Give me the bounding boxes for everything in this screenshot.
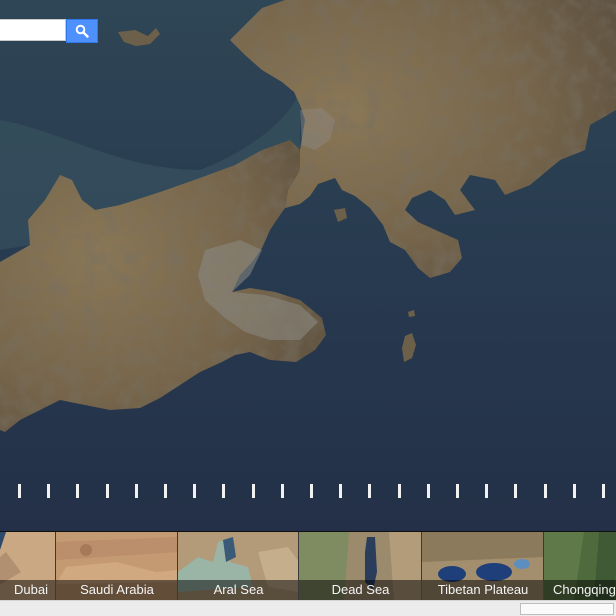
status-bar (0, 600, 616, 616)
place-label: Saudi Arabia (56, 580, 178, 600)
place-thumb-chongqing[interactable]: Chongqing (543, 532, 616, 600)
timeline-tick[interactable] (572, 484, 576, 498)
place-thumb-dubai[interactable]: Dubai (0, 532, 56, 600)
place-label: Tibetan Plateau (422, 580, 544, 600)
timeline-ticks[interactable] (0, 484, 616, 500)
place-label: Dubai (0, 580, 56, 600)
timeline-tick[interactable] (76, 484, 80, 498)
timeline-tick[interactable] (485, 484, 489, 498)
search-button[interactable] (66, 19, 98, 43)
timeline-tick[interactable] (193, 484, 197, 498)
horizontal-scrollbar[interactable] (520, 603, 614, 615)
place-label: Chongqing (544, 580, 616, 600)
timeline-tick[interactable] (543, 484, 547, 498)
timeline-tick[interactable] (222, 484, 226, 498)
place-thumb-aral-sea[interactable]: Aral Sea (177, 532, 299, 600)
timeline-tick[interactable] (339, 484, 343, 498)
place-thumb-dead-sea[interactable]: Dead Sea (298, 532, 422, 600)
search-input[interactable] (0, 19, 66, 41)
timeline-tick[interactable] (397, 484, 401, 498)
satellite-map[interactable] (0, 0, 616, 616)
timeline-tick[interactable] (368, 484, 372, 498)
timeline-tick[interactable] (105, 484, 109, 498)
timeline-tick[interactable] (310, 484, 313, 498)
timeline-tick[interactable] (251, 484, 255, 498)
search-box (0, 19, 98, 43)
place-label: Aral Sea (178, 580, 299, 600)
timeline-tick[interactable] (280, 484, 284, 498)
timeline-tick[interactable] (134, 484, 138, 498)
search-icon (75, 24, 89, 38)
timeline-tick[interactable] (164, 484, 167, 498)
places-strip: Dubai Saudi Arabia Aral Sea Dead Sea Tib… (0, 531, 616, 600)
timeline-tick[interactable] (602, 484, 605, 498)
timeline-tick[interactable] (18, 484, 21, 498)
place-label: Dead Sea (299, 580, 422, 600)
timeline-tick[interactable] (426, 484, 430, 498)
place-thumb-tibetan-plateau[interactable]: Tibetan Plateau (421, 532, 544, 600)
place-thumb-saudi-arabia[interactable]: Saudi Arabia (55, 532, 178, 600)
timeline-tick[interactable] (47, 484, 51, 498)
timeline-tick[interactable] (456, 484, 459, 498)
timeline-tick[interactable] (514, 484, 518, 498)
